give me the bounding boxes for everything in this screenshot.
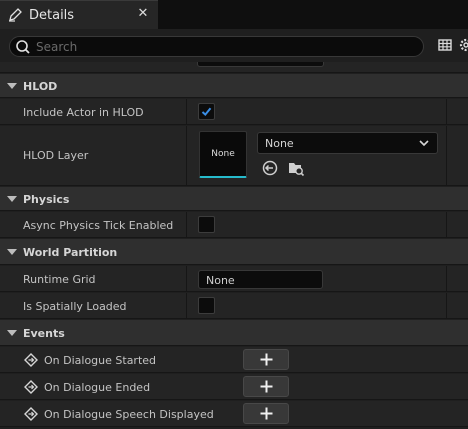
spatially-loaded-checkbox[interactable] <box>198 297 215 314</box>
category-label: HLOD <box>23 80 58 93</box>
property-label: Include Actor in HLOD <box>23 106 144 119</box>
asset-thumbnail[interactable]: None <box>199 131 247 178</box>
grid-view-icon[interactable] <box>437 37 453 53</box>
search-icon <box>16 40 30 54</box>
checkmark-icon <box>201 107 212 117</box>
row-event-dialogue-started: On Dialogue Started <box>0 347 468 373</box>
category-physics[interactable]: Physics <box>0 187 468 211</box>
plus-icon <box>260 380 273 393</box>
collapse-arrow-icon[interactable] <box>7 330 17 336</box>
close-icon[interactable]: ✕ <box>136 7 150 21</box>
category-label: Events <box>23 327 65 340</box>
divider <box>186 212 187 237</box>
scrolled-field <box>197 62 324 67</box>
divider <box>186 126 187 185</box>
hlod-layer-dropdown[interactable]: None <box>257 132 438 154</box>
divider <box>446 126 447 185</box>
runtime-grid-field[interactable]: None <box>198 270 323 289</box>
thumbnail-label: None <box>211 149 235 159</box>
browse-asset-icon[interactable] <box>287 159 305 177</box>
row-hlod-layer: HLOD Layer None None <box>0 126 468 186</box>
include-actor-checkbox[interactable] <box>198 103 215 120</box>
category-hlod[interactable]: HLOD <box>0 74 468 98</box>
category-label: World Partition <box>23 246 118 259</box>
property-label: Runtime Grid <box>23 273 96 286</box>
event-label: On Dialogue Speech Displayed <box>44 408 214 421</box>
divider <box>446 266 447 291</box>
category-world-partition[interactable]: World Partition <box>0 239 468 265</box>
tab-title: Details <box>29 8 75 23</box>
row-async-physics-tick: Async Physics Tick Enabled <box>0 212 468 238</box>
field-value: None <box>206 274 235 287</box>
property-label: Is Spatially Loaded <box>23 300 127 313</box>
divider <box>446 293 447 318</box>
collapse-arrow-icon[interactable] <box>7 196 17 202</box>
property-label: Async Physics Tick Enabled <box>23 219 174 232</box>
add-event-button[interactable] <box>243 376 289 397</box>
plus-icon <box>260 407 273 420</box>
row-is-spatially-loaded: Is Spatially Loaded <box>0 293 468 319</box>
divider <box>446 99 447 124</box>
chevron-down-icon <box>419 140 429 147</box>
divider <box>446 212 447 237</box>
search-box <box>9 36 424 57</box>
add-event-button[interactable] <box>243 403 289 424</box>
collapse-arrow-icon[interactable] <box>7 83 17 89</box>
dropdown-value: None <box>265 137 294 150</box>
category-label: Physics <box>23 193 70 206</box>
toolbar <box>0 29 468 62</box>
details-panel: HLOD Include Actor in HLOD HLOD Layer No… <box>0 62 468 429</box>
tab-details[interactable]: Details ✕ <box>0 0 158 29</box>
collapse-arrow-icon[interactable] <box>7 249 17 255</box>
row-runtime-grid: Runtime Grid None <box>0 266 468 292</box>
divider <box>186 293 187 318</box>
add-event-button[interactable] <box>243 349 289 370</box>
plus-icon <box>260 353 273 366</box>
row-event-dialogue-speech-displayed: On Dialogue Speech Displayed <box>0 401 468 427</box>
async-physics-tick-checkbox[interactable] <box>198 216 215 233</box>
event-label: On Dialogue Ended <box>44 381 151 394</box>
tab-bar: Details ✕ <box>0 0 468 29</box>
property-label: HLOD Layer <box>23 149 89 162</box>
settings-icon[interactable] <box>458 37 468 53</box>
divider <box>186 266 187 291</box>
event-icon <box>24 380 38 394</box>
divider <box>186 99 187 124</box>
scrolled-row <box>0 62 468 73</box>
search-input[interactable] <box>36 38 416 55</box>
pencil-icon <box>9 8 22 22</box>
event-label: On Dialogue Started <box>44 354 157 367</box>
category-events[interactable]: Events <box>0 320 468 346</box>
event-icon <box>24 353 38 367</box>
row-event-dialogue-ended: On Dialogue Ended <box>0 374 468 400</box>
event-icon <box>24 407 38 421</box>
use-selected-asset-icon[interactable] <box>261 159 279 177</box>
row-include-actor-in-hlod: Include Actor in HLOD <box>0 99 468 125</box>
